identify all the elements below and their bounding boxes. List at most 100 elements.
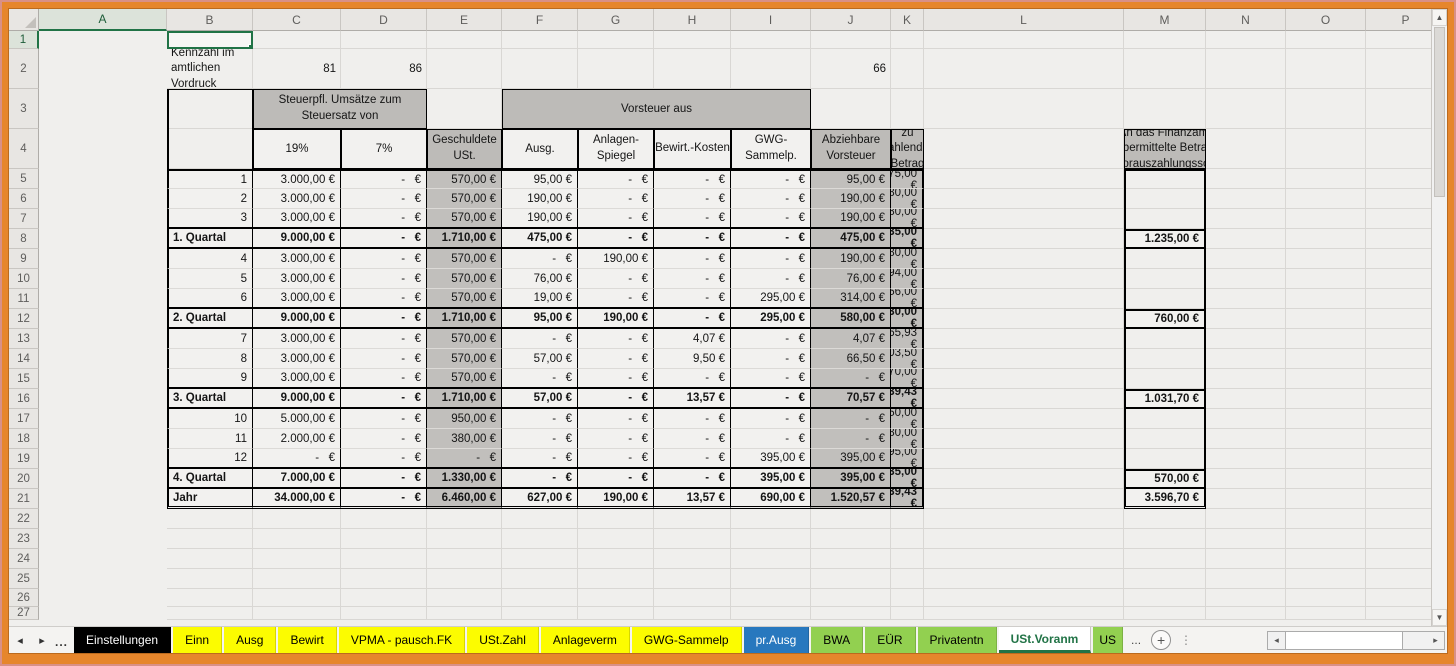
row-header-12[interactable]: 12 <box>9 309 39 329</box>
cell-K20[interactable] <box>924 469 1124 489</box>
cell-M13[interactable] <box>1206 329 1286 349</box>
cell-C9[interactable]: - € <box>341 249 427 269</box>
cell-O9[interactable] <box>1366 249 1431 269</box>
cell-B12[interactable]: 9.000,00 € <box>253 309 341 329</box>
cell-O13[interactable] <box>1366 329 1431 349</box>
cell-E21[interactable]: 627,00 € <box>502 489 578 509</box>
cell-N26[interactable] <box>1286 589 1366 607</box>
cell-C1[interactable] <box>341 31 427 49</box>
cell-E7[interactable]: 190,00 € <box>502 209 578 229</box>
cell-A23[interactable] <box>167 529 253 549</box>
tabs-overflow-right[interactable]: ... <box>1125 627 1147 653</box>
cell-F13[interactable]: - € <box>578 329 654 349</box>
cell-C26[interactable] <box>341 589 427 607</box>
header-geschuldete-ust[interactable]: Geschuldete USt. <box>427 129 502 169</box>
cell-K4[interactable] <box>924 129 1124 169</box>
row-header-10[interactable]: 10 <box>9 269 39 289</box>
cell-A26[interactable] <box>167 589 253 607</box>
cell-B6[interactable]: 3.000,00 € <box>253 189 341 209</box>
cell-code-7[interactable]: 86 <box>341 49 427 89</box>
cell-C21[interactable]: - € <box>341 489 427 509</box>
cell-J23[interactable] <box>891 529 924 549</box>
cell-D23[interactable] <box>427 529 502 549</box>
vertical-scrollbar[interactable]: ▲ ▼ <box>1431 9 1447 626</box>
cell-I13[interactable]: 4,07 € <box>811 329 891 349</box>
cell-N16[interactable] <box>1286 389 1366 409</box>
cell-J17[interactable]: 950,00 € <box>891 409 924 429</box>
cell-A25[interactable] <box>167 569 253 589</box>
cell-N5[interactable] <box>1286 169 1366 189</box>
cell-M4[interactable] <box>1206 129 1286 169</box>
cell-D10[interactable]: 570,00 € <box>427 269 502 289</box>
cell-D20[interactable]: 1.330,00 € <box>427 469 502 489</box>
column-header-C[interactable]: C <box>253 9 341 31</box>
cell-B19[interactable]: - € <box>253 449 341 469</box>
column-header-J[interactable]: J <box>811 9 891 31</box>
cell-O1[interactable] <box>1366 31 1431 49</box>
sheet-tab-gwg-sammelp[interactable]: GWG-Sammelp <box>631 627 742 653</box>
column-header-G[interactable]: G <box>578 9 654 31</box>
cell-I6[interactable]: 190,00 € <box>811 189 891 209</box>
sheet-tab-bwa[interactable]: BWA <box>811 627 864 653</box>
cell-G1[interactable] <box>654 31 731 49</box>
cell-H10[interactable]: - € <box>731 269 811 289</box>
cell-F24[interactable] <box>578 549 654 569</box>
cell-I17[interactable]: - € <box>811 409 891 429</box>
column-header-A[interactable]: A <box>39 9 167 31</box>
cell-N3[interactable] <box>1286 89 1366 129</box>
cell-L12[interactable]: 760,00 € <box>1124 309 1206 329</box>
cell-I1[interactable] <box>811 31 891 49</box>
cell-L22[interactable] <box>1124 509 1206 529</box>
scroll-down-icon[interactable]: ▼ <box>1432 609 1447 626</box>
cell-B20[interactable]: 7.000,00 € <box>253 469 341 489</box>
cell-K5[interactable] <box>924 169 1124 189</box>
cell-K14[interactable] <box>924 349 1124 369</box>
column-header-K[interactable]: K <box>891 9 924 31</box>
cell-G9[interactable]: - € <box>654 249 731 269</box>
cell-C13[interactable]: - € <box>341 329 427 349</box>
cell-O20[interactable] <box>1366 469 1431 489</box>
cell-B11[interactable]: 3.000,00 € <box>253 289 341 309</box>
cell-H24[interactable] <box>731 549 811 569</box>
cell-M16[interactable] <box>1206 389 1286 409</box>
cell-O12[interactable] <box>1366 309 1431 329</box>
cell-J26[interactable] <box>891 589 924 607</box>
cell-E1[interactable] <box>502 31 578 49</box>
cell-G16[interactable]: 13,57 € <box>654 389 731 409</box>
cell-O18[interactable] <box>1366 429 1431 449</box>
cell-D3[interactable] <box>427 89 502 129</box>
header-rate-19[interactable]: 19% <box>253 129 341 169</box>
cell-K16[interactable] <box>924 389 1124 409</box>
cell-K13[interactable] <box>924 329 1124 349</box>
cell-C23[interactable] <box>341 529 427 549</box>
cell-J3[interactable] <box>891 89 924 129</box>
cell-G6[interactable]: - € <box>654 189 731 209</box>
select-all-corner[interactable] <box>9 9 39 31</box>
cell-O3[interactable] <box>1366 89 1431 129</box>
cell-F21[interactable]: 190,00 € <box>578 489 654 509</box>
header-rate-7[interactable]: 7% <box>341 129 427 169</box>
cell-O6[interactable] <box>1366 189 1431 209</box>
cell-O16[interactable] <box>1366 389 1431 409</box>
cell-E27[interactable] <box>502 607 578 620</box>
cell-H19[interactable]: 395,00 € <box>731 449 811 469</box>
cell-M27[interactable] <box>1206 607 1286 620</box>
cell-F23[interactable] <box>578 529 654 549</box>
cell-G19[interactable]: - € <box>654 449 731 469</box>
cell-O8[interactable] <box>1366 229 1431 249</box>
sheet-tab-us[interactable]: US <box>1093 627 1124 653</box>
cell-M12[interactable] <box>1206 309 1286 329</box>
cell-F27[interactable] <box>578 607 654 620</box>
row-header-14[interactable]: 14 <box>9 349 39 369</box>
cell-A16[interactable]: 3. Quartal <box>167 389 253 409</box>
cell-H23[interactable] <box>731 529 811 549</box>
cell-K7[interactable] <box>924 209 1124 229</box>
cell-N18[interactable] <box>1286 429 1366 449</box>
cell-J24[interactable] <box>891 549 924 569</box>
cell-M17[interactable] <box>1206 409 1286 429</box>
next-sheet-icon[interactable]: ▸ <box>31 627 53 653</box>
cell-J19[interactable]: -395,00 € <box>891 449 924 469</box>
cell-N21[interactable] <box>1286 489 1366 509</box>
cell-L17-L19-box[interactable] <box>1124 409 1206 469</box>
cell-B1[interactable] <box>253 31 341 49</box>
